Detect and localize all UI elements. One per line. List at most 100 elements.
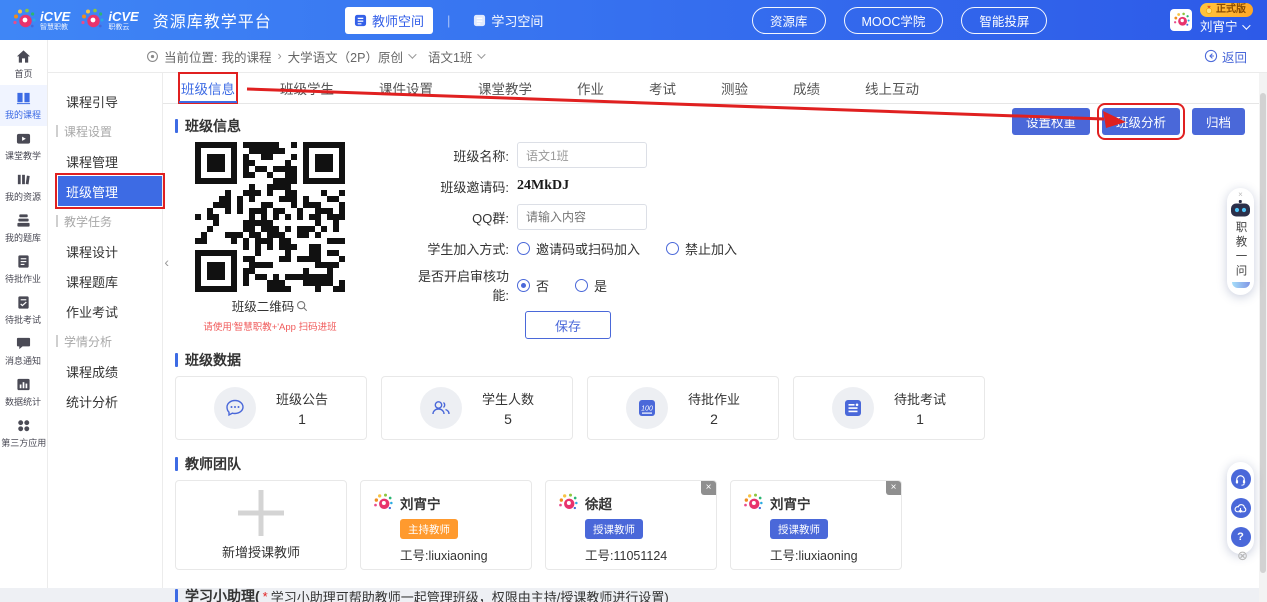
card-student-count[interactable]: 学生人数5: [381, 376, 573, 440]
announcement-icon: [214, 387, 256, 429]
set-weights-button[interactable]: 设置权重: [1012, 108, 1090, 135]
card-label: 待批作业: [688, 389, 740, 408]
rail-label: 首页: [14, 66, 32, 79]
radio-label: 禁止加入: [685, 239, 737, 258]
icon-rail: 首页 我的课程 课堂教学 我的资源 我的题库 待批作业 待批考试 消息通知 数据…: [0, 40, 48, 588]
teacher-cards: 新增授课教师 刘宵宁 主持教师 工号:liuxiaoning × 徐超 授课教师…: [175, 480, 1253, 570]
card-label: 班级公告: [276, 389, 328, 408]
user-area[interactable]: 正式版 刘宵宁: [1170, 3, 1253, 34]
close-icon[interactable]: ×: [886, 481, 901, 495]
sidebar-item-course-grades[interactable]: 课程成绩: [48, 356, 162, 386]
class-info-form: 班级名称: 班级邀请码: 24MkDJ QQ群:: [405, 142, 763, 346]
card-pending-exams[interactable]: 待批考试1: [793, 376, 985, 440]
save-button[interactable]: 保存: [525, 311, 611, 339]
rail-item-home[interactable]: 首页: [0, 44, 47, 85]
page-scrollbar[interactable]: [1259, 73, 1267, 602]
breadcrumb-class-select[interactable]: 语文1班: [428, 47, 483, 66]
card-class-announcements[interactable]: 班级公告1: [175, 376, 367, 440]
breadcrumb-label: 语文1班: [428, 47, 472, 66]
radio-icon: [517, 242, 530, 255]
tab-grades[interactable]: 成绩: [791, 73, 822, 103]
rail-item-pending-homework[interactable]: 待批作业: [0, 249, 47, 290]
sidebar-item-course-design[interactable]: 课程设计: [48, 236, 162, 266]
tab-exam[interactable]: 考试: [647, 73, 678, 103]
rail-item-classroom-teaching[interactable]: 课堂教学: [0, 126, 47, 167]
rail-item-messages[interactable]: 消息通知: [0, 331, 47, 372]
section-title: 班级信息: [185, 116, 241, 136]
assistant-note: 学习小助理可帮助教师一起管理班级，权限由主持/授课教师进行设置): [271, 587, 669, 602]
qq-group-input[interactable]: [517, 204, 647, 230]
close-icon[interactable]: ×: [701, 481, 716, 495]
breadcrumb-course-select[interactable]: 大学语文（2P）原创: [288, 47, 414, 66]
rail-item-pending-exams[interactable]: 待批考试: [0, 290, 47, 331]
user-name[interactable]: 刘宵宁: [1200, 21, 1248, 34]
toolbar-dismiss-icon[interactable]: ⊗: [1237, 548, 1248, 564]
learning-space-button[interactable]: 学习空间: [464, 7, 552, 34]
teacher-space-button[interactable]: 教师空间: [345, 7, 433, 34]
avatar[interactable]: [1170, 9, 1192, 31]
sidebar-item-statistical-analysis[interactable]: 统计分析: [48, 386, 162, 416]
teacher-id: 工号:liuxiaoning: [400, 545, 531, 564]
logo-zhijiaoyun[interactable]: iCVE 职教云: [80, 8, 138, 32]
mooc-college-button[interactable]: MOOC学院: [844, 7, 944, 34]
rail-item-statistics[interactable]: 数据统计: [0, 372, 47, 413]
radio-invite-or-scan[interactable]: 邀请码或扫码加入: [517, 239, 640, 258]
tab-homework[interactable]: 作业: [575, 73, 606, 103]
help-button[interactable]: ?: [1231, 527, 1251, 547]
download-button[interactable]: [1231, 498, 1251, 518]
sidebar-item-class-management[interactable]: 班级管理: [58, 176, 162, 206]
tab-online-interaction[interactable]: 线上互动: [863, 73, 921, 103]
rail-item-my-resources[interactable]: 我的资源: [0, 167, 47, 208]
radio-audit-yes[interactable]: 是: [575, 276, 607, 295]
question-mark-icon: ?: [1237, 531, 1244, 543]
qr-caption[interactable]: 班级二维码: [177, 296, 363, 315]
headset-icon: [1234, 473, 1247, 486]
tab-quiz[interactable]: 测验: [719, 73, 750, 103]
sidebar-label: 课程设计: [66, 242, 118, 261]
smart-cast-button[interactable]: 智能投屏: [961, 7, 1047, 34]
radio-icon: [575, 279, 588, 292]
learning-space-icon: [473, 14, 486, 27]
sidebar-item-course-management[interactable]: 课程管理: [48, 146, 162, 176]
teacher-space-label: 教师空间: [372, 11, 424, 30]
learning-space-label: 学习空间: [491, 11, 543, 30]
class-analysis-button[interactable]: 班级分析: [1102, 108, 1180, 135]
invite-code-label: 班级邀请码:: [405, 177, 517, 196]
radio-audit-no[interactable]: 否: [517, 276, 549, 295]
wave-decoration: [1232, 282, 1250, 288]
cloud-download-icon: [1234, 502, 1247, 515]
breadcrumb-my-courses[interactable]: 我的课程: [221, 47, 271, 66]
tab-courseware-settings[interactable]: 课件设置: [377, 73, 435, 103]
sidebar-item-course-question-bank[interactable]: 课程题库: [48, 266, 162, 296]
customer-service-button[interactable]: [1231, 469, 1251, 489]
robot-icon: [1230, 200, 1251, 218]
nav-divider: |: [447, 13, 450, 28]
scrollbar-thumb[interactable]: [1260, 93, 1266, 573]
sidebar-item-homework-exam[interactable]: 作业考试: [48, 296, 162, 326]
class-tabs: 班级信息 班级学生 课件设置 课堂教学 作业 考试 测验 成绩 线上互动: [163, 73, 1267, 104]
archive-button[interactable]: 归档: [1192, 108, 1245, 135]
stats-icon: [16, 377, 31, 392]
zhijiao-qa-widget[interactable]: × 职教一问: [1227, 188, 1254, 295]
card-pending-homework[interactable]: 待批作业2: [587, 376, 779, 440]
rail-item-third-party-apps[interactable]: 第三方应用: [0, 413, 47, 454]
rail-label: 待批作业: [5, 271, 41, 284]
logo-zhihuizhijiao[interactable]: iCVE 智慧职教: [12, 8, 70, 32]
homework-icon: [16, 254, 31, 269]
tab-classroom-teaching[interactable]: 课堂教学: [476, 73, 534, 103]
radio-forbid-join[interactable]: 禁止加入: [666, 239, 737, 258]
rail-item-my-question-bank[interactable]: 我的题库: [0, 208, 47, 249]
breadcrumb-label: 我的课程: [221, 47, 271, 66]
class-name-input[interactable]: [517, 142, 647, 168]
tab-class-students[interactable]: 班级学生: [278, 73, 336, 103]
medal-icon: [1204, 5, 1214, 15]
back-button[interactable]: 返回: [1204, 47, 1247, 66]
magnifier-icon: [296, 300, 308, 312]
close-icon[interactable]: ×: [1238, 191, 1243, 199]
add-teacher-card[interactable]: 新增授课教师: [175, 480, 347, 570]
resource-library-button[interactable]: 资源库: [752, 7, 826, 34]
sidebar-label: 课程成绩: [66, 362, 118, 381]
rail-item-my-courses[interactable]: 我的课程: [0, 85, 47, 126]
tab-class-info[interactable]: 班级信息: [179, 73, 237, 103]
sidebar-item-course-guide[interactable]: 课程引导: [48, 86, 162, 116]
